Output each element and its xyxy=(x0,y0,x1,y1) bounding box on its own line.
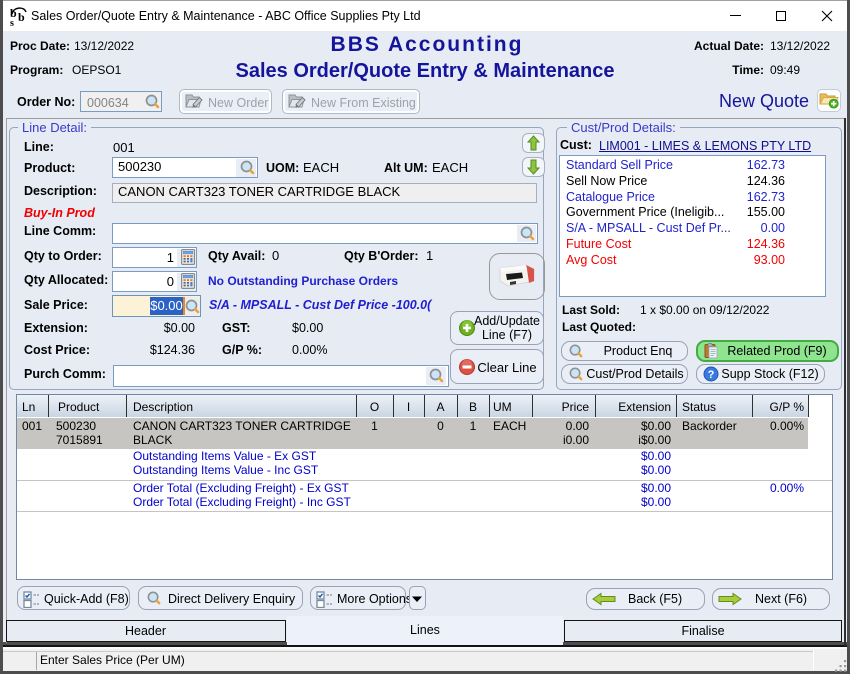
svg-text:?: ? xyxy=(708,369,715,381)
svg-text:s: s xyxy=(10,18,14,27)
svg-text:b: b xyxy=(18,10,25,24)
